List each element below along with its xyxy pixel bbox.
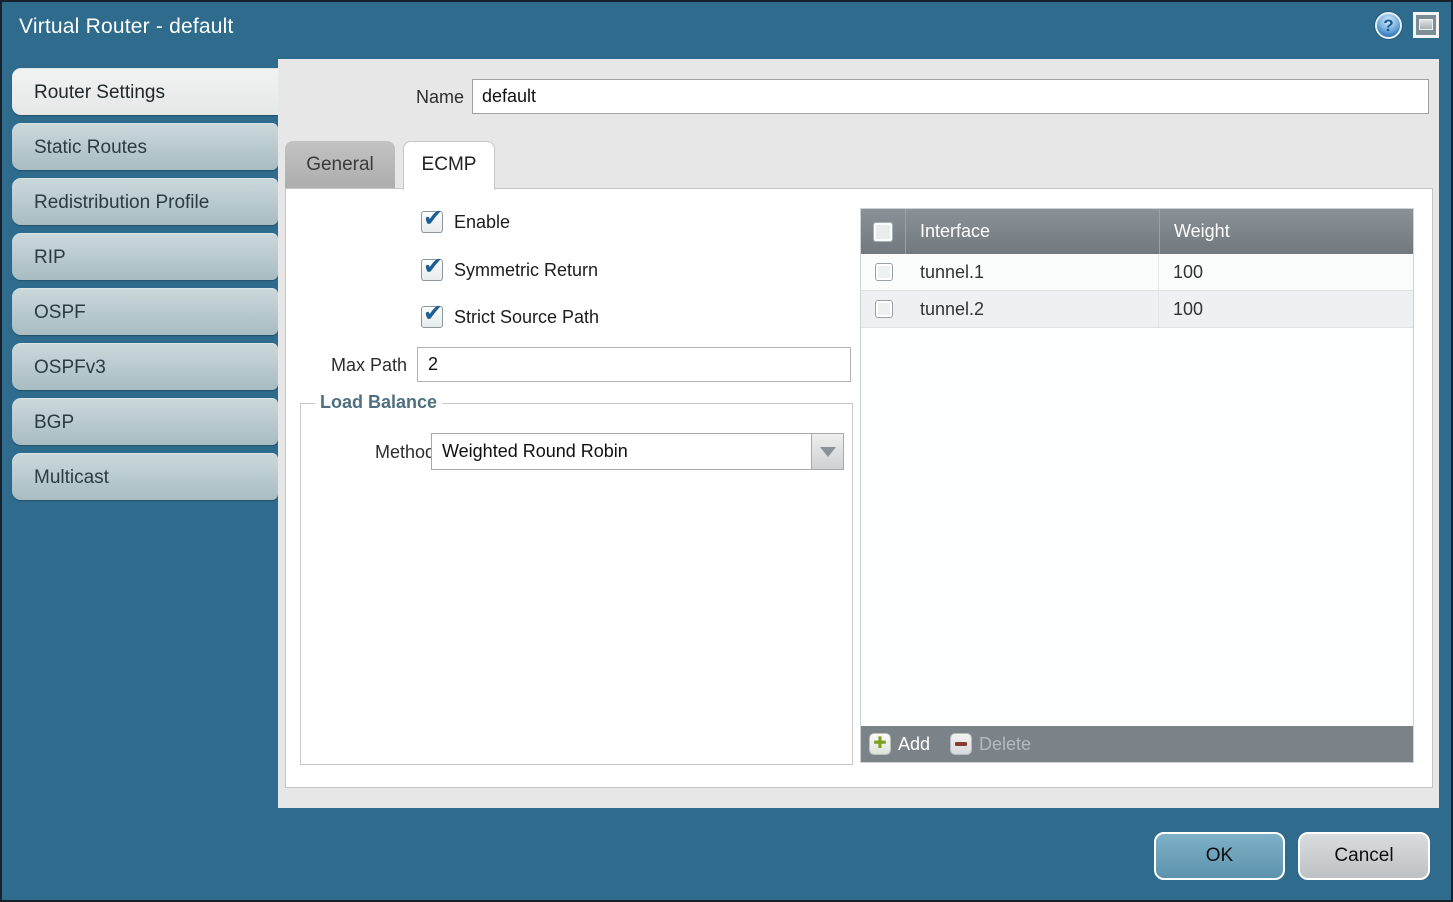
enable-checkbox[interactable]: ✔ [421,211,443,233]
tab-general[interactable]: General [285,141,395,188]
sidebar-item-redistribution-profile[interactable]: Redistribution Profile [12,178,278,225]
sidebar: Router Settings Static Routes Redistribu… [12,68,282,500]
weight-cell: 100 [1159,291,1413,327]
max-path-input[interactable] [417,347,851,382]
interface-cell: tunnel.2 [906,291,1159,327]
max-path-label: Max Path [286,355,407,376]
table-empty-area [861,328,1413,726]
name-input[interactable] [472,79,1429,114]
cancel-button[interactable]: Cancel [1298,832,1430,880]
sidebar-item-multicast[interactable]: Multicast [12,453,278,500]
virtual-router-dialog: Virtual Router - default ? Router Settin… [0,0,1453,902]
sidebar-item-router-settings[interactable]: Router Settings [12,68,282,115]
weight-column-header[interactable]: Weight [1159,209,1413,254]
interface-table: Interface Weight tunnel.1 100 tunnel.2 1… [860,208,1414,763]
sidebar-item-rip[interactable]: RIP [12,233,278,280]
table-row[interactable]: tunnel.1 100 [861,254,1413,291]
sidebar-item-bgp[interactable]: BGP [12,398,278,445]
method-dropdown[interactable]: Weighted Round Robin [431,433,844,470]
symmetric-return-label: Symmetric Return [454,260,598,281]
row-checkbox[interactable] [875,300,893,318]
chevron-down-icon [820,447,836,457]
strict-source-path-row: ✔ Strict Source Path [421,306,599,328]
sidebar-item-ospf[interactable]: OSPF [12,288,278,335]
tab-ecmp[interactable]: ECMP [403,141,495,190]
minus-icon-bar [955,742,967,746]
table-row[interactable]: tunnel.2 100 [861,291,1413,328]
content-area: Name General ECMP ✔ Enable ✔ Symmetric R… [278,59,1439,808]
row-checkbox-cell [861,254,906,290]
method-label: Method [353,442,435,463]
sidebar-item-ospfv3[interactable]: OSPFv3 [12,343,278,390]
dialog-title: Virtual Router - default [19,15,234,39]
strict-source-path-checkbox[interactable]: ✔ [421,306,443,328]
interface-column-header[interactable]: Interface [906,209,1159,254]
delete-button-label: Delete [979,734,1031,755]
check-icon: ✔ [423,204,443,233]
name-label: Name [278,87,464,108]
header-checkbox-cell [861,209,906,254]
enable-label: Enable [454,212,510,233]
check-icon: ✔ [423,299,443,328]
table-footer: ✚ Add Delete [861,726,1413,762]
select-all-checkbox[interactable] [873,222,893,242]
enable-row: ✔ Enable [421,211,510,233]
restore-window-icon-inner [1419,19,1433,30]
load-balance-legend: Load Balance [315,392,442,413]
help-icon[interactable]: ? [1375,12,1402,39]
restore-window-icon[interactable] [1413,12,1439,38]
sidebar-item-static-routes[interactable]: Static Routes [12,123,278,170]
symmetric-return-checkbox[interactable]: ✔ [421,259,443,281]
check-icon: ✔ [423,252,443,281]
ok-button[interactable]: OK [1154,832,1285,880]
add-button-label: Add [898,734,930,755]
interface-cell: tunnel.1 [906,254,1159,290]
strict-source-path-label: Strict Source Path [454,307,599,328]
load-balance-group: Load Balance Method Weighted Round Robin [300,403,853,765]
row-checkbox[interactable] [875,263,893,281]
dropdown-arrow-button[interactable] [811,433,844,470]
method-selected-value: Weighted Round Robin [431,433,811,470]
delete-button[interactable]: Delete [930,733,1031,755]
row-checkbox-cell [861,291,906,327]
table-header: Interface Weight [861,209,1413,254]
add-button[interactable]: ✚ Add [869,733,930,755]
weight-cell: 100 [1159,254,1413,290]
ecmp-panel: ✔ Enable ✔ Symmetric Return ✔ Strict Sou… [285,188,1433,788]
minus-icon [950,733,972,755]
symmetric-return-row: ✔ Symmetric Return [421,259,598,281]
plus-icon: ✚ [869,733,891,755]
